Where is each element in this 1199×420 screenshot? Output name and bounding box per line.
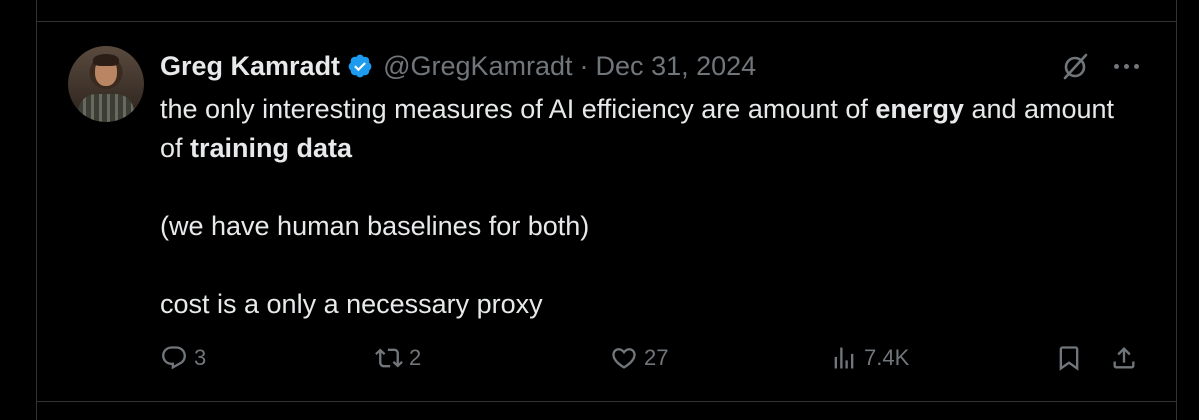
- more-dot: [1113, 63, 1119, 69]
- action-bar: 3 2 27 7.4K: [160, 338, 1140, 378]
- tweet-bold-training-data: training data: [190, 133, 353, 163]
- more-dot: [1123, 63, 1129, 69]
- tweet-text-segment: the only interesting measures of AI effi…: [160, 94, 876, 124]
- reply-icon: [162, 346, 186, 370]
- tweet-bold-energy: energy: [875, 94, 964, 124]
- author-handle[interactable]: @GregKamradt: [383, 51, 572, 82]
- avatar-shirt: [78, 94, 134, 122]
- avatar[interactable]: [68, 46, 144, 122]
- reply-button[interactable]: 3: [160, 338, 206, 378]
- like-icon: [612, 348, 636, 369]
- more-dot: [1133, 63, 1139, 69]
- repost-button[interactable]: 2: [375, 338, 421, 378]
- reply-count: 3: [194, 345, 207, 370]
- bookmark-button[interactable]: [1055, 338, 1089, 378]
- grok-icon[interactable]: [1059, 50, 1091, 82]
- repost-icon: [375, 348, 403, 368]
- share-icon: [1113, 347, 1135, 369]
- card-border-right: [1176, 0, 1177, 420]
- card-border-top: [36, 21, 1177, 22]
- author-name[interactable]: Greg Kamradt: [160, 51, 340, 82]
- more-icon[interactable]: [1110, 52, 1142, 80]
- verified-badge-icon[interactable]: [347, 53, 373, 79]
- views-button[interactable]: 7.4K: [830, 338, 909, 378]
- bookmark-icon: [1059, 346, 1079, 371]
- tweet-paragraph-1: the only interesting measures of AI effi…: [160, 90, 1120, 168]
- tweet-text: the only interesting measures of AI effi…: [160, 90, 1120, 324]
- header-separator: ·: [579, 50, 589, 81]
- tweet-paragraph-3: cost is a only a necessary proxy: [160, 289, 543, 319]
- tweet-header: Greg Kamradt @GregKamradt · Dec 31, 2024: [160, 50, 756, 82]
- tweet-paragraph-2: (we have human baselines for both): [160, 211, 590, 241]
- avatar-hair: [93, 54, 119, 66]
- tweet-date[interactable]: Dec 31, 2024: [596, 51, 757, 82]
- like-count: 27: [644, 345, 669, 370]
- share-button[interactable]: [1110, 338, 1144, 378]
- views-count: 7.4K: [864, 345, 910, 370]
- card-border-left: [36, 0, 37, 420]
- views-icon: [834, 347, 854, 369]
- repost-count: 2: [409, 345, 422, 370]
- like-button[interactable]: 27: [610, 338, 668, 378]
- card-border-bottom: [36, 401, 1177, 402]
